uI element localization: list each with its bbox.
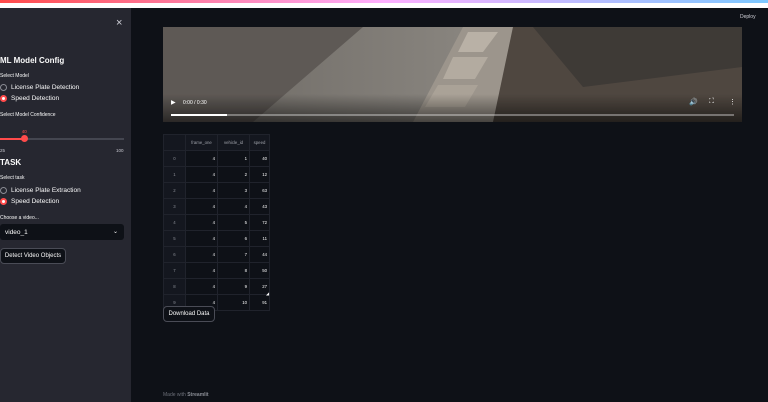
- table-cell[interactable]: 43: [249, 198, 270, 215]
- radio-selected-icon: [0, 94, 7, 102]
- video-player[interactable]: ▶ 0:00 / 0:30 🔊 ⛶ ⋮: [163, 27, 742, 122]
- radio-icon: [0, 83, 7, 91]
- table-cell[interactable]: 63: [249, 182, 270, 199]
- detect-video-objects-button[interactable]: Detect Video Objects: [0, 248, 66, 264]
- table-row[interactable]: 1 4 2 12: [163, 166, 270, 183]
- table-cell[interactable]: 7: [217, 246, 250, 263]
- confidence-value: 40: [21, 129, 27, 134]
- table-cell[interactable]: 4: [185, 246, 218, 263]
- table-cell[interactable]: 4: [185, 198, 218, 215]
- table-cell[interactable]: 4: [185, 166, 218, 183]
- table-row[interactable]: 7 4 8 50: [163, 262, 270, 279]
- confidence-label: Select Model Confidence: [0, 112, 56, 118]
- row-index-cell: 6: [163, 246, 186, 263]
- table-cell[interactable]: 11: [249, 230, 270, 247]
- table-cell[interactable]: 3: [217, 182, 250, 199]
- download-data-button[interactable]: Download Data: [163, 306, 215, 322]
- row-index-cell: 3: [163, 198, 186, 215]
- confidence-slider-track[interactable]: [0, 138, 124, 140]
- table-cell[interactable]: 4: [185, 214, 218, 231]
- video-choose-label: Choose a video...: [0, 215, 39, 221]
- confidence-min: 25: [0, 148, 6, 153]
- video-progress-bar[interactable]: [171, 114, 734, 116]
- table-cell[interactable]: 91: [249, 294, 270, 311]
- deploy-button[interactable]: Deploy: [740, 14, 756, 20]
- footer-prefix: Made with: [163, 392, 188, 398]
- row-index-cell: 7: [163, 262, 186, 279]
- row-index-cell: 2: [163, 182, 186, 199]
- data-table[interactable]: frame_one vehicle_id speed 0 4 1 40 1 4 2 12 2 4 3…: [163, 134, 270, 311]
- task-option-label: License Plate Extraction: [11, 186, 81, 194]
- model-option-label: License Plate Detection: [11, 83, 80, 91]
- confidence-max: 100: [116, 148, 124, 153]
- radio-selected-icon: [0, 197, 7, 205]
- chevron-down-icon: ⌄: [112, 229, 118, 235]
- table-row[interactable]: 3 4 4 43: [163, 198, 270, 215]
- select-model-label: Select Model: [0, 73, 29, 79]
- footer: Made with Streamlit: [163, 392, 209, 398]
- table-cell[interactable]: 40: [249, 150, 270, 167]
- task-option-license-plate[interactable]: License Plate Extraction: [0, 186, 81, 194]
- table-cell[interactable]: 9: [217, 278, 250, 295]
- table-cell[interactable]: 8: [217, 262, 250, 279]
- resize-handle-icon[interactable]: ◢: [266, 291, 269, 296]
- table-cell[interactable]: 2: [217, 166, 250, 183]
- table-row[interactable]: 0 4 1 40: [163, 150, 270, 167]
- confidence-slider-thumb[interactable]: [21, 135, 29, 142]
- sidebar: × ML Model Config Select Model License P…: [0, 8, 131, 402]
- table-cell[interactable]: 4: [185, 230, 218, 247]
- column-header[interactable]: speed: [249, 134, 270, 151]
- video-select[interactable]: video_1 ⌄: [0, 224, 124, 240]
- fullscreen-icon[interactable]: ⛶: [709, 98, 714, 106]
- table-cell[interactable]: 12: [249, 166, 270, 183]
- close-icon[interactable]: ×: [116, 17, 122, 29]
- table-cell[interactable]: 50: [249, 262, 270, 279]
- task-option-speed[interactable]: Speed Detection: [0, 197, 59, 205]
- more-options-icon[interactable]: ⋮: [729, 98, 736, 106]
- table-cell[interactable]: 6: [217, 230, 250, 247]
- column-header[interactable]: frame_one: [185, 134, 218, 151]
- select-task-label: Select task: [0, 175, 25, 181]
- video-controls-overlay: [163, 94, 742, 122]
- table-cell[interactable]: 10: [217, 294, 250, 311]
- table-cell[interactable]: 44: [249, 246, 270, 263]
- row-index-cell: 1: [163, 166, 186, 183]
- table-cell[interactable]: 4: [185, 150, 218, 167]
- row-index-cell: 0: [163, 150, 186, 167]
- table-cell[interactable]: 4: [185, 262, 218, 279]
- video-progress-fill: [171, 114, 228, 116]
- row-index-cell: 8: [163, 278, 186, 295]
- table-row[interactable]: 2 4 3 63: [163, 182, 270, 199]
- table-cell[interactable]: 5: [217, 214, 250, 231]
- video-time: 0:00 / 0:30: [183, 100, 207, 106]
- table-row[interactable]: 5 4 6 11: [163, 230, 270, 247]
- task-option-label: Speed Detection: [11, 197, 60, 205]
- row-index-cell: 5: [163, 230, 186, 247]
- table-header-row: frame_one vehicle_id speed: [163, 134, 270, 151]
- model-option-license-plate[interactable]: License Plate Detection: [0, 83, 79, 91]
- video-select-value: video_1: [5, 228, 28, 236]
- column-header: [163, 134, 186, 151]
- radio-icon: [0, 186, 7, 194]
- config-title: ML Model Config: [0, 56, 65, 65]
- table-cell[interactable]: 4: [185, 182, 218, 199]
- model-option-label: Speed Detection: [11, 94, 60, 102]
- table-cell[interactable]: 4: [217, 198, 250, 215]
- task-title: TASK: [0, 158, 22, 167]
- play-icon[interactable]: ▶: [171, 99, 176, 106]
- table-cell[interactable]: 1: [217, 150, 250, 167]
- table-row[interactable]: 8 4 9 27: [163, 278, 270, 295]
- streamlit-link[interactable]: Streamlit: [187, 392, 208, 398]
- volume-icon[interactable]: 🔊: [689, 98, 698, 106]
- table-cell[interactable]: 72: [249, 214, 270, 231]
- table-row[interactable]: 4 4 5 72: [163, 214, 270, 231]
- table-cell[interactable]: 4: [185, 278, 218, 295]
- table-row[interactable]: 6 4 7 44: [163, 246, 270, 263]
- model-option-speed[interactable]: Speed Detection: [0, 94, 59, 102]
- row-index-cell: 4: [163, 214, 186, 231]
- column-header[interactable]: vehicle_id: [217, 134, 250, 151]
